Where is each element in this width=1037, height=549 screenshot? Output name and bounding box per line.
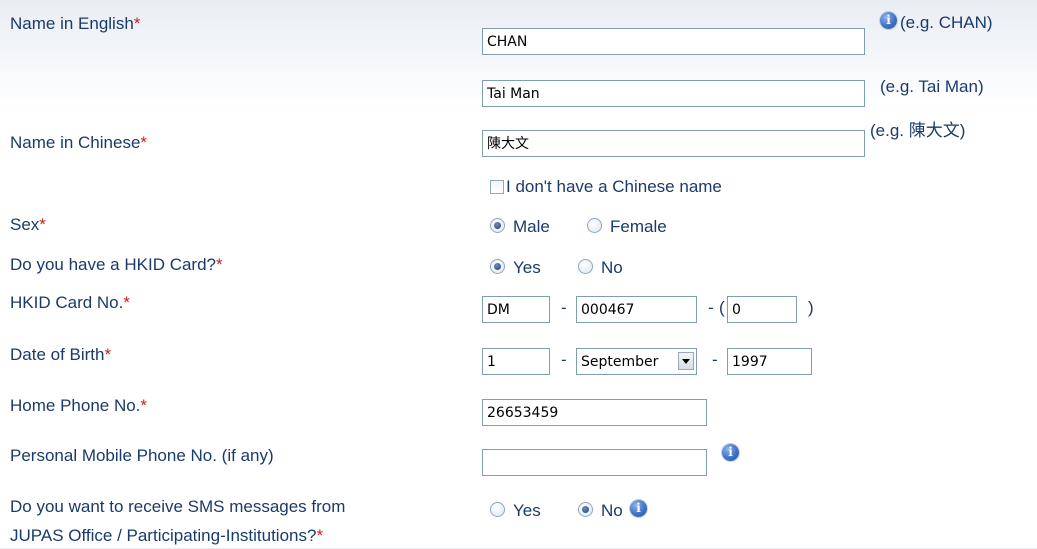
given-name-input[interactable]: Tai Man <box>482 80 865 107</box>
given-name-hint: (e.g. Tai Man) <box>880 77 984 96</box>
hkid-number-label: HKID Card No.* <box>10 293 130 312</box>
dash: - <box>561 298 567 317</box>
hkid-part1-input[interactable]: DM <box>482 296 550 323</box>
dash: - <box>561 350 567 369</box>
sex-male-radio[interactable] <box>490 218 505 233</box>
dob-year-input[interactable]: 1997 <box>727 348 812 375</box>
dob-month-value: September <box>581 354 659 370</box>
dash: - <box>712 350 718 369</box>
info-icon[interactable]: i <box>630 500 647 517</box>
close-paren: ) <box>808 298 814 317</box>
chinese-name-input[interactable]: 陳大文 <box>482 130 865 157</box>
chevron-down-icon[interactable] <box>678 352 694 370</box>
sms-label-line2: JUPAS Office / Participating-Institution… <box>10 526 324 545</box>
surname-input[interactable]: CHAN <box>482 28 865 55</box>
sex-female-label: Female <box>610 217 667 236</box>
dob-label: Date of Birth* <box>10 345 112 364</box>
home-phone-label: Home Phone No.* <box>10 396 148 415</box>
hkid-yes-label: Yes <box>513 258 541 277</box>
sex-female-radio[interactable] <box>587 218 602 233</box>
surname-hint: (e.g. CHAN) <box>900 13 993 32</box>
no-chinese-name-checkbox[interactable] <box>490 180 504 194</box>
hkid-yes-radio[interactable] <box>490 259 505 274</box>
hkid-no-label: No <box>601 258 623 277</box>
name-english-label: Name in English* <box>10 14 141 33</box>
chinese-name-hint: (e.g. 陳大文) <box>870 121 966 140</box>
open-paren: ( <box>719 298 725 317</box>
sms-yes-radio[interactable] <box>490 502 505 517</box>
mobile-phone-label: Personal Mobile Phone No. (if any) <box>10 446 274 465</box>
no-chinese-name-label: I don't have a Chinese name <box>506 177 722 196</box>
hkid-part2-input[interactable]: 000467 <box>576 296 697 323</box>
sms-yes-label: Yes <box>513 501 541 520</box>
sex-label: Sex* <box>10 215 46 234</box>
sex-male-label: Male <box>513 217 550 236</box>
name-chinese-label: Name in Chinese* <box>10 133 148 152</box>
sms-no-radio[interactable] <box>578 502 593 517</box>
sms-label-line1: Do you want to receive SMS messages from <box>10 497 346 516</box>
info-icon[interactable]: i <box>880 12 897 29</box>
hkid-check-digit-input[interactable]: 0 <box>727 296 797 323</box>
info-icon[interactable]: i <box>722 444 739 461</box>
home-phone-input[interactable]: 26653459 <box>482 399 707 426</box>
hkid-no-radio[interactable] <box>578 259 593 274</box>
mobile-phone-input[interactable] <box>482 449 707 476</box>
dob-day-input[interactable]: 1 <box>482 348 550 375</box>
sms-no-label: No <box>601 501 623 520</box>
dash: - <box>708 298 714 317</box>
hkid-have-label: Do you have a HKID Card?* <box>10 255 223 274</box>
